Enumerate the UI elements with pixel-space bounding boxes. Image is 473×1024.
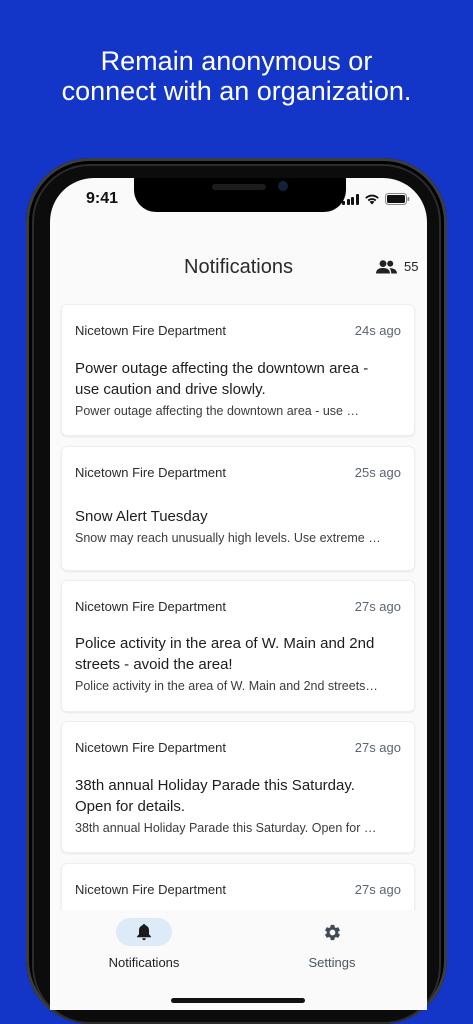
notification-time: 27s ago <box>354 882 401 897</box>
status-time: 9:41 <box>86 190 119 207</box>
gear-icon <box>324 924 340 940</box>
bottom-tab-bar: Notifications Settings <box>50 910 427 1010</box>
notification-card[interactable]: Nicetown Fire Department 25s ago Snow Al… <box>61 446 415 571</box>
notification-time: 24s ago <box>354 323 401 338</box>
notification-card[interactable]: Nicetown Fire Department 27s ago 38th an… <box>61 721 415 853</box>
phone-speaker <box>212 184 266 190</box>
notification-source: Nicetown Fire Department <box>75 882 226 897</box>
tab-label-settings: Settings <box>308 955 356 970</box>
tab-notifications[interactable]: Notifications <box>64 918 224 970</box>
notification-preview: Police activity in the area of W. Main a… <box>75 679 378 693</box>
wifi-icon <box>364 194 379 205</box>
notification-title: Police activity in the area of W. Main a… <box>75 635 375 673</box>
app-header: Notifications 55 <box>50 246 427 290</box>
members-button[interactable]: 55 <box>376 259 418 274</box>
tab-settings[interactable]: Settings <box>252 918 412 970</box>
notification-time: 27s ago <box>354 599 401 614</box>
notification-source: Nicetown Fire Department <box>75 599 226 614</box>
member-count: 55 <box>404 259 419 274</box>
headline-line-2: connect with an organization. <box>61 76 412 106</box>
battery-icon <box>384 193 409 205</box>
notification-time: 27s ago <box>354 740 401 755</box>
notification-source: Nicetown Fire Department <box>75 323 226 338</box>
people-icon <box>376 259 397 273</box>
notification-time: 25s ago <box>354 465 401 480</box>
tab-label-notifications: Notifications <box>108 955 180 970</box>
notification-preview: Snow may reach unusually high levels. Us… <box>75 531 381 545</box>
notification-source: Nicetown Fire Department <box>75 740 226 755</box>
page-title: Notifications <box>184 256 293 278</box>
tab-active-indicator <box>116 918 172 946</box>
notification-card[interactable]: Nicetown Fire Department 27s ago Police … <box>61 580 415 712</box>
notification-preview: Power outage affecting the downtown area… <box>75 404 359 418</box>
notification-title: Power outage affecting the downtown area… <box>75 360 369 398</box>
promo-headline: Remain anonymous or connect with an orga… <box>0 46 473 106</box>
notification-source: Nicetown Fire Department <box>75 465 226 480</box>
notification-title: Snow Alert Tuesday <box>75 508 208 525</box>
headline-line-1: Remain anonymous or <box>100 46 373 76</box>
notification-preview: 38th annual Holiday Parade this Saturday… <box>75 821 377 835</box>
status-icons <box>342 192 410 206</box>
tab-inactive-indicator <box>304 918 360 946</box>
notification-card[interactable]: Nicetown Fire Department 24s ago Power o… <box>61 304 415 436</box>
home-indicator[interactable] <box>171 998 305 1003</box>
notification-title: 38th annual Holiday Parade this Saturday… <box>75 777 355 815</box>
bell-icon <box>137 924 151 941</box>
front-camera <box>278 181 288 191</box>
